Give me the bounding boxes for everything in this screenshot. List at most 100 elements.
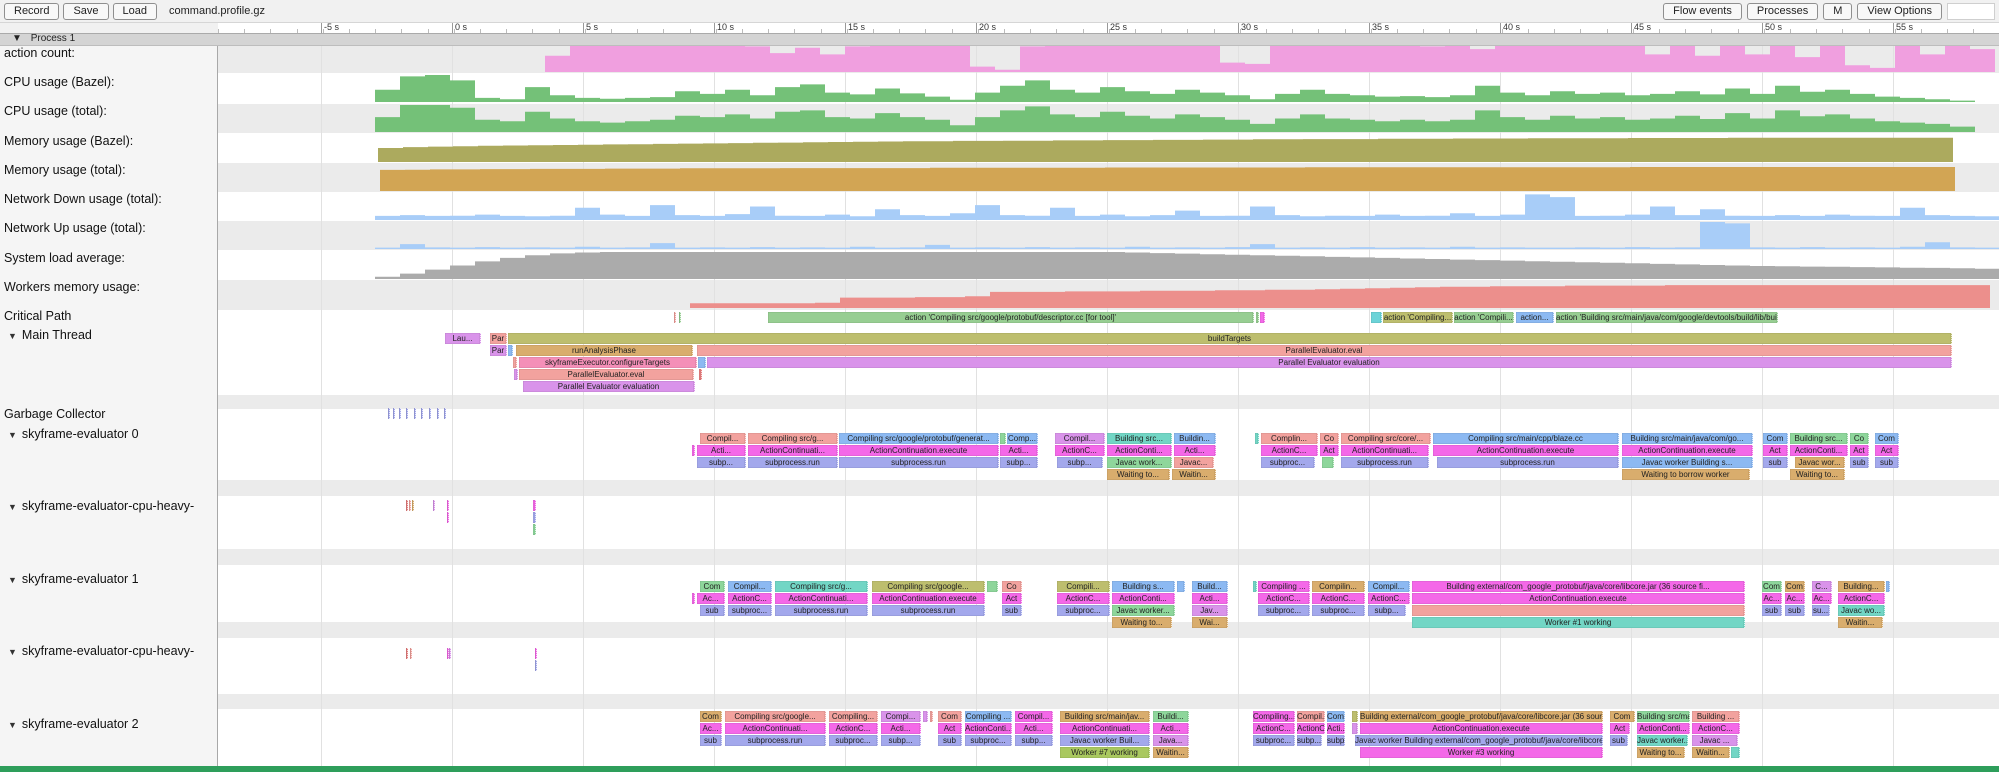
trace-event[interactable]: ActionC... — [1297, 723, 1325, 734]
trace-event[interactable]: Waitin... — [1153, 747, 1189, 758]
trace-event[interactable]: Ac... — [1785, 593, 1805, 604]
trace-event[interactable]: Compiling... — [829, 711, 878, 722]
trace-event[interactable]: ParallelEvaluator.eval — [519, 369, 694, 380]
trace-event[interactable]: Acti... — [1153, 723, 1189, 734]
trace-event[interactable]: ParallelEvaluator.eval — [697, 345, 1952, 356]
trace-event[interactable]: ActionC... — [829, 723, 878, 734]
trace-event[interactable] — [533, 512, 536, 523]
system-load-average-chart[interactable] — [375, 252, 1999, 279]
memory-usage-total-chart[interactable] — [380, 164, 1955, 191]
trace-event[interactable] — [437, 408, 439, 419]
trace-event[interactable] — [535, 648, 537, 659]
trace-event[interactable]: Complin... — [1261, 433, 1318, 444]
trace-event[interactable]: subprocess.run — [1437, 457, 1619, 468]
trace-event[interactable] — [1886, 581, 1890, 592]
trace-event[interactable]: Compil... — [1015, 711, 1053, 722]
trace-event[interactable]: Building external/com_google_protobuf/ja… — [1412, 581, 1745, 592]
trace-event[interactable] — [514, 369, 518, 380]
load-button[interactable]: Load — [113, 3, 157, 20]
flow-events-button[interactable]: Flow events — [1663, 3, 1742, 20]
trace-event[interactable]: Compil... — [1055, 433, 1105, 444]
trace-event[interactable]: Javac ... — [1692, 735, 1738, 746]
trace-event[interactable]: action 'Compiling... — [1383, 312, 1453, 323]
trace-event[interactable]: Comp... — [1007, 433, 1038, 444]
trace-event[interactable]: Compiling src/google... — [872, 581, 985, 592]
trace-event[interactable]: Acti... — [1327, 723, 1345, 734]
expand-arrow-icon[interactable]: ▼ — [8, 502, 17, 512]
trace-event[interactable]: Acti... — [1015, 723, 1053, 734]
trace-event[interactable]: Compili... — [1057, 581, 1110, 592]
trace-event[interactable]: subp... — [1327, 735, 1345, 746]
trace-event[interactable] — [1371, 312, 1382, 323]
expand-arrow-icon[interactable]: ▼ — [8, 430, 17, 440]
trace-event[interactable] — [533, 500, 536, 511]
trace-event[interactable]: ActionContinuati... — [1341, 445, 1429, 456]
trace-event[interactable]: ActionC... — [1055, 445, 1105, 456]
trace-event[interactable]: action 'Building src/main/java/com/googl… — [1556, 312, 1778, 323]
trace-event[interactable] — [1352, 711, 1358, 722]
lane-label-main-thread[interactable]: ▼Main Thread — [8, 328, 92, 342]
expand-arrow-icon[interactable]: ▼ — [8, 331, 17, 341]
trace-event[interactable]: Building... — [1838, 581, 1885, 592]
trace-event[interactable]: Compiling src/g... — [775, 581, 868, 592]
trace-event[interactable]: action 'Compili... — [1454, 312, 1514, 323]
trace-event[interactable]: Com — [1762, 581, 1782, 592]
trace-event[interactable]: subproc... — [965, 735, 1012, 746]
trace-event[interactable]: Building ... — [1692, 711, 1740, 722]
trace-event[interactable]: action 'Compiling src/google/protobuf/de… — [768, 312, 1254, 323]
trace-event[interactable] — [699, 369, 702, 380]
trace-event[interactable]: Compi... — [881, 711, 921, 722]
trace-event[interactable] — [421, 408, 423, 419]
trace-event[interactable]: subprocess.run — [1341, 457, 1429, 468]
lane-label-skyframe-evaluator-2[interactable]: ▼skyframe-evaluator 2 — [8, 717, 139, 731]
trace-event[interactable]: Building src/main/jav... — [1060, 711, 1150, 722]
trace-event[interactable]: Javac worker Building external/com_googl… — [1355, 735, 1603, 746]
trace-event[interactable]: Acti... — [881, 723, 921, 734]
trace-event[interactable]: Javac worker... — [1637, 735, 1688, 746]
lane-label-skyframe-evaluator-1[interactable]: ▼skyframe-evaluator 1 — [8, 572, 139, 586]
trace-event[interactable] — [393, 408, 395, 419]
trace-event[interactable]: ActionContinuation.execute — [872, 593, 985, 604]
trace-event[interactable] — [698, 357, 706, 368]
trace-event[interactable]: Javac worker Building s... — [1622, 457, 1753, 468]
trace-event[interactable]: ActionContinuation.execute — [1622, 445, 1753, 456]
trace-event[interactable]: Jav... — [1192, 605, 1228, 616]
trace-event[interactable]: ActionC... — [1261, 445, 1318, 456]
memory-usage-bazel-chart[interactable] — [378, 135, 1953, 162]
trace-event[interactable]: Javac wo... — [1838, 605, 1885, 616]
trace-event[interactable]: ActionC... — [1253, 723, 1295, 734]
trace-event[interactable] — [406, 500, 408, 511]
trace-event[interactable]: ActionConti... — [1107, 445, 1172, 456]
trace-event[interactable] — [1322, 457, 1334, 468]
trace-event[interactable]: ActionContinuati... — [775, 593, 868, 604]
trace-event[interactable] — [409, 500, 411, 511]
trace-event[interactable]: Act — [1320, 445, 1339, 456]
trace-event[interactable] — [508, 345, 513, 356]
trace-event[interactable]: Com — [1763, 433, 1788, 444]
trace-event[interactable]: Act — [1610, 723, 1630, 734]
trace-event[interactable]: subp... — [1057, 457, 1103, 468]
trace-event[interactable] — [406, 408, 408, 419]
trace-event[interactable]: Javac wor... — [1795, 457, 1845, 468]
lane-label-skyframe-evaluator-0[interactable]: ▼skyframe-evaluator 0 — [8, 427, 139, 441]
trace-event[interactable]: Par — [490, 345, 507, 356]
trace-event[interactable]: Com — [938, 711, 962, 722]
trace-event[interactable]: ActionC... — [1692, 723, 1740, 734]
trace-event[interactable]: Com... — [1327, 711, 1345, 722]
trace-event[interactable]: sub — [1610, 735, 1628, 746]
trace-event[interactable]: ActionContinuation.execute — [1360, 723, 1603, 734]
trace-event[interactable]: Compil... — [700, 433, 746, 444]
trace-event[interactable]: Compil... — [1368, 581, 1410, 592]
trace-event[interactable] — [987, 581, 998, 592]
trace-event[interactable]: su... — [1812, 605, 1830, 616]
trace-event[interactable]: Building external/com_google_protobuf/ja… — [1360, 711, 1603, 722]
trace-event[interactable]: Com — [700, 581, 725, 592]
trace-event[interactable] — [399, 408, 401, 419]
trace-event[interactable]: ActionC... — [1838, 593, 1885, 604]
workers-memory-usage-chart[interactable] — [690, 282, 1990, 308]
trace-event[interactable] — [433, 500, 435, 511]
trace-event[interactable]: subproc... — [1253, 735, 1295, 746]
toolbar-extra-box[interactable] — [1947, 3, 1995, 20]
trace-event[interactable]: Worker #3 working — [1360, 747, 1603, 758]
trace-event[interactable] — [1000, 433, 1006, 444]
